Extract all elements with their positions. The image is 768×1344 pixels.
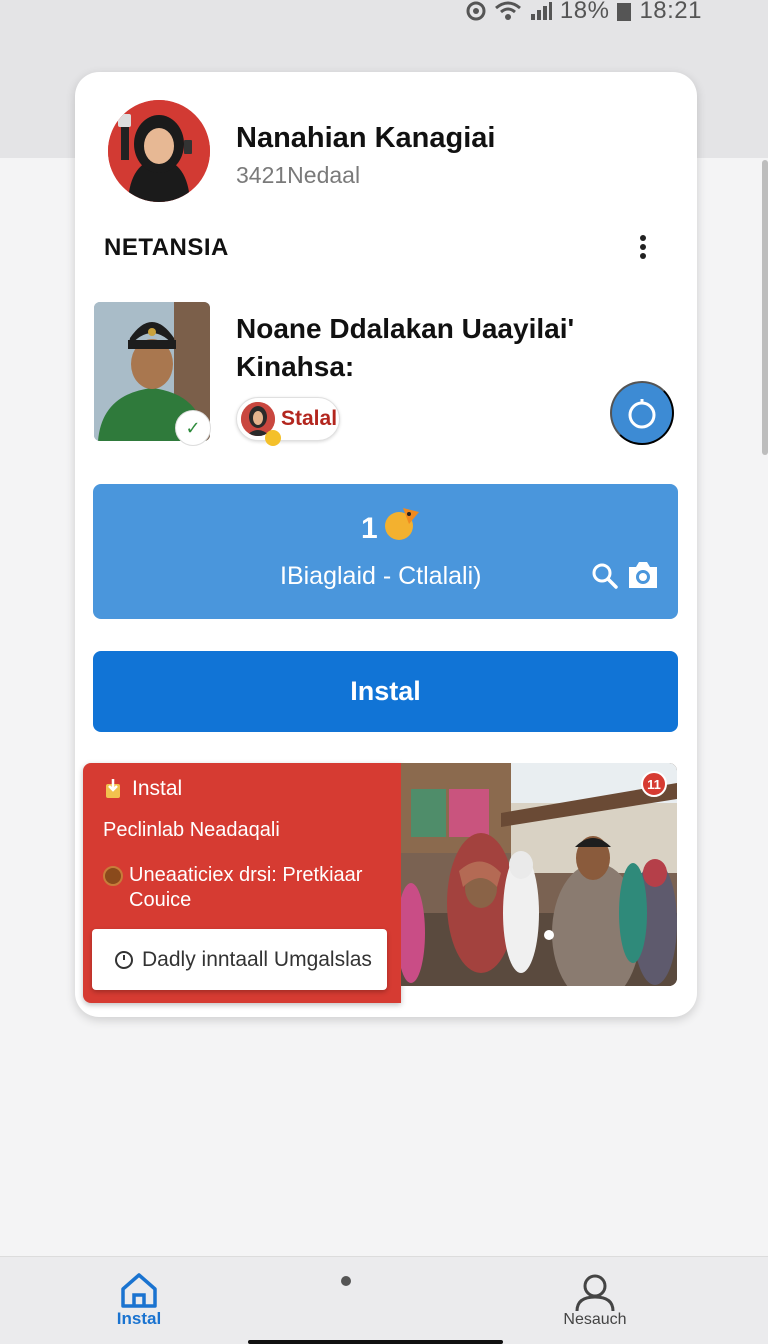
- search-count: 1: [361, 512, 378, 545]
- timer-button[interactable]: [610, 381, 674, 445]
- location-icon: [466, 1, 486, 21]
- fox-emoji-icon: [385, 508, 419, 540]
- nav-item-profile[interactable]: Nesauch: [560, 1273, 630, 1329]
- profile-name: Nanahian Kanagiai: [236, 122, 496, 154]
- home-icon: [121, 1273, 157, 1308]
- search-icon[interactable]: [591, 562, 619, 590]
- promo-panel: Instal Peclinlab Neadaqali Uneaaticiex d…: [83, 763, 401, 1003]
- promo-detail: Uneaaticiex drsi: Pretkiaar Couice: [103, 863, 393, 913]
- avatar[interactable]: [108, 100, 210, 202]
- nav-label-profile: Nesauch: [563, 1311, 627, 1328]
- promo-tag: Instal: [104, 777, 182, 801]
- page-indicator-dot: [341, 1276, 351, 1286]
- search-input[interactable]: IBiaglaid - Ctlalali): [280, 562, 481, 591]
- download-emoji-icon: [106, 779, 120, 798]
- author-chip[interactable]: Stalal: [236, 397, 340, 446]
- timer-icon: [628, 399, 656, 429]
- clock: 18:21: [639, 0, 702, 24]
- wifi-icon: [494, 1, 521, 20]
- promo-detail-text: Uneaaticiex drsi: Pretkiaar Couice: [129, 864, 363, 911]
- status-bar: 18% 18:21: [466, 0, 702, 24]
- nav-label-home: Instal: [116, 1309, 162, 1328]
- more-options-icon[interactable]: [633, 232, 653, 262]
- promo-photo: [401, 763, 677, 986]
- scrollbar[interactable]: [762, 160, 768, 455]
- battery-percent: 18%: [559, 0, 610, 24]
- person-icon: [575, 1274, 615, 1311]
- promo-banner[interactable]: Instal Peclinlab Neadaqali Uneaaticiex d…: [83, 763, 677, 1003]
- profile-subtitle: 3421Nedaal: [236, 162, 361, 188]
- emoji-icon: [265, 430, 281, 446]
- promo-tag-label: Instal: [132, 777, 183, 800]
- check-icon: ✓: [175, 410, 211, 446]
- chip-label: Stalal: [281, 407, 338, 430]
- promo-action-button[interactable]: Dadly inntaall Umgalslas: [92, 929, 387, 990]
- clock-icon: [115, 950, 133, 969]
- bottom-navigation: Instal Nesauch: [0, 1256, 768, 1344]
- search-panel: 1 IBiaglaid - Ctlalali): [93, 484, 678, 619]
- section-title: NETANSIA: [104, 234, 229, 261]
- promo-headline: Peclinlab Neadaqali: [103, 819, 280, 841]
- battery-icon: [617, 3, 632, 21]
- post-title: Noane Ddalakan Uaayilai' Kinahsa:: [236, 313, 575, 382]
- signal-icon: [530, 2, 552, 20]
- nav-item-home[interactable]: Instal: [108, 1271, 170, 1329]
- promo-action-label: Dadly inntaall Umgalslas: [142, 947, 372, 971]
- profile-card: Nanahian Kanagiai 3421Nedaal NETANSIA ✓ …: [75, 72, 697, 1017]
- coin-icon: [103, 866, 123, 886]
- home-indicator[interactable]: [248, 1340, 503, 1344]
- camera-icon[interactable]: [626, 559, 660, 591]
- notification-badge: 11: [641, 771, 667, 797]
- install-button[interactable]: Instal: [93, 651, 678, 732]
